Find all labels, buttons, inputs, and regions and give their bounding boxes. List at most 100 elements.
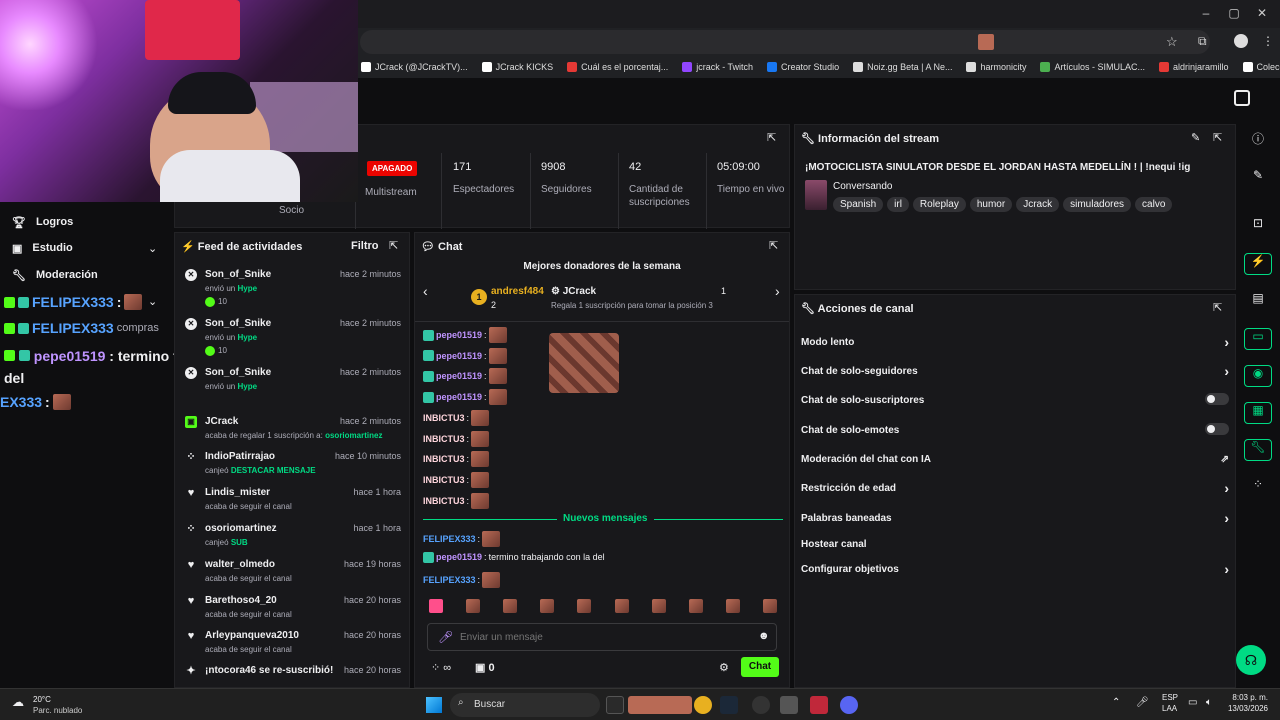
stream-tag[interactable]: calvo [1135,197,1173,212]
extension-emote-icon[interactable] [978,34,994,50]
chat-username[interactable]: INBICTU3 [423,496,465,506]
app-icon[interactable] [810,696,828,714]
kicks-balance[interactable]: ▣ 0 [475,661,495,674]
bookmark-item[interactable]: Colección de M_blei... [1242,62,1280,72]
minimize-icon[interactable]: – [1196,6,1216,22]
chevron-right-icon[interactable]: › [1224,510,1229,526]
bookmark-item[interactable]: JCrack KICKS [481,62,553,72]
sidebar-item-estudio[interactable]: ▣ Estudio [12,242,73,255]
chrome-icon[interactable] [694,696,712,714]
discord-icon[interactable] [840,696,858,714]
chat-username[interactable]: FELIPEX333 [423,534,476,544]
clipboard-icon[interactable]: ▤ [1244,291,1272,313]
emote-picker-icon[interactable] [614,599,629,613]
language-label[interactable]: ESP [1162,693,1178,702]
emote-picker-icon[interactable] [651,599,666,613]
chat-username[interactable]: FELIPEX333 [423,575,476,585]
windows-start-icon[interactable] [426,697,442,713]
stream-tag[interactable]: humor [969,197,1013,212]
chat-send-button[interactable]: Chat [741,657,779,677]
app-icon[interactable] [780,696,798,714]
channel-action-item[interactable]: Restricción de edad › [801,480,1229,496]
profile-icon[interactable] [1234,34,1248,48]
channel-action-item[interactable]: Chat de solo-emotes [801,423,1229,436]
chat-username[interactable]: pepe01519 [436,392,482,402]
stream-tag[interactable]: Spanish [833,197,884,212]
chat-username[interactable]: pepe01519 [436,371,482,381]
support-headset-icon[interactable]: ☊ [1236,645,1266,675]
chat-username[interactable]: INBICTU3 [423,413,465,423]
popout-icon[interactable]: ⇱ [1213,301,1222,314]
popout-icon[interactable]: ⇱ [767,131,776,144]
obs-icon[interactable] [752,696,770,714]
chat-username[interactable]: INBICTU3 [423,434,465,444]
chevron-right-icon[interactable]: › [1224,334,1229,350]
emote-picker-icon[interactable] [725,599,740,613]
address-bar[interactable] [360,30,1210,54]
mic-icon[interactable]: 🎤︎ [1136,697,1149,708]
sidebar-item-moderacion[interactable]: 🔧︎ Moderación [12,269,98,282]
stream-tag[interactable]: Jcrack [1016,197,1060,212]
network-icon[interactable]: ▭ [1188,697,1197,708]
chat-username[interactable]: pepe01519 [436,351,482,361]
extensions-icon[interactable]: ⧉ [1198,34,1207,49]
stream-category[interactable]: Conversando [833,181,892,192]
clock-time[interactable]: 8:03 p. m. [1226,693,1268,702]
bookmark-item[interactable]: harmonicity [966,62,1026,72]
chevron-right-icon[interactable]: › [775,283,780,299]
channel-action-item[interactable]: Chat de solo-seguidores › [801,363,1229,379]
screenshot-icon[interactable]: ⊡ [1244,216,1272,238]
menu-icon[interactable]: ⋮ [1262,34,1274,48]
layers-icon[interactable]: ▦ [1244,402,1272,424]
edit-icon[interactable]: ✎ [1244,168,1272,190]
emote-picker-icon[interactable] [540,599,555,613]
star-icon[interactable]: ☆ [1166,34,1178,50]
chat-username[interactable]: INBICTU3 [423,454,465,464]
toggle-switch[interactable] [1205,393,1229,405]
chevron-right-icon[interactable]: › [1224,561,1229,577]
channel-action-item[interactable]: Chat de solo-suscriptores [801,393,1229,406]
popout-icon[interactable]: ⇱ [1213,131,1222,144]
broadcast-icon[interactable]: ◉ [1244,365,1272,387]
close-icon[interactable]: ✕ [1252,6,1272,22]
bookmark-item[interactable]: Artículos - SIMULAC... [1040,62,1145,72]
emoji-icon[interactable]: ☻ [758,630,770,642]
bookmark-item[interactable]: Noiz.gg Beta | A Ne... [853,62,952,72]
bookmark-item[interactable]: JCrack (@JCrackTV)... [361,62,468,72]
edit-icon[interactable]: ✎ [1191,131,1200,144]
channel-action-item[interactable]: Moderación del chat con IA ⇗ [801,454,1229,465]
chat-username[interactable]: pepe01519 [436,552,482,562]
chevron-right-icon[interactable]: › [1224,480,1229,496]
language-sub-label[interactable]: LAA [1162,704,1177,713]
taskbar-search[interactable]: Buscar [450,693,600,717]
chevron-left-icon[interactable]: ‹ [423,283,428,299]
chat-input-box[interactable]: 🎤︎ ☻ [427,623,777,651]
bookmark-item[interactable]: Creator Studio [767,62,839,72]
emote-picker-icon[interactable] [466,599,481,613]
bookmark-item[interactable]: Cuál es el porcentaj... [567,62,668,72]
maximize-icon[interactable]: ▢ [1224,6,1244,22]
lightning-icon[interactable]: ⚡ [1244,253,1272,275]
chevron-down-icon[interactable]: ⌄ [148,295,157,308]
chevron-right-icon[interactable]: › [1224,363,1229,379]
channel-points[interactable]: ⁘ ∞ [431,661,451,674]
chat-icon[interactable]: ▭ [1244,328,1272,350]
emote-picker-icon[interactable] [577,599,592,613]
wrench-icon[interactable]: 🔧︎ [1244,439,1272,461]
chat-username[interactable]: pepe01519 [436,330,482,340]
popout-icon[interactable]: ⇱ [769,239,778,252]
feed-filter-button[interactable]: Filtro [351,240,379,252]
sidebar-item-logros[interactable]: 🏆︎ Logros [12,216,73,229]
channel-action-item[interactable]: Palabras baneadas › [801,510,1229,526]
chevron-up-icon[interactable]: ⌃ [1112,697,1120,708]
dots-icon[interactable]: ⁘ [1244,477,1272,499]
channel-action-item[interactable]: Modo lento › [801,334,1229,350]
emote-picker-icon[interactable] [762,599,777,613]
chevron-down-icon[interactable]: ⌄ [148,242,157,255]
chat-input[interactable] [460,629,740,645]
channel-action-item[interactable]: Configurar objetivos › [801,561,1229,577]
chat-settings-icon[interactable]: ⚙ [719,661,729,674]
stream-tag[interactable]: Roleplay [912,197,966,212]
clock-date[interactable]: 13/03/2026 [1226,704,1268,713]
channel-action-item[interactable]: Hostear canal [801,539,1229,550]
